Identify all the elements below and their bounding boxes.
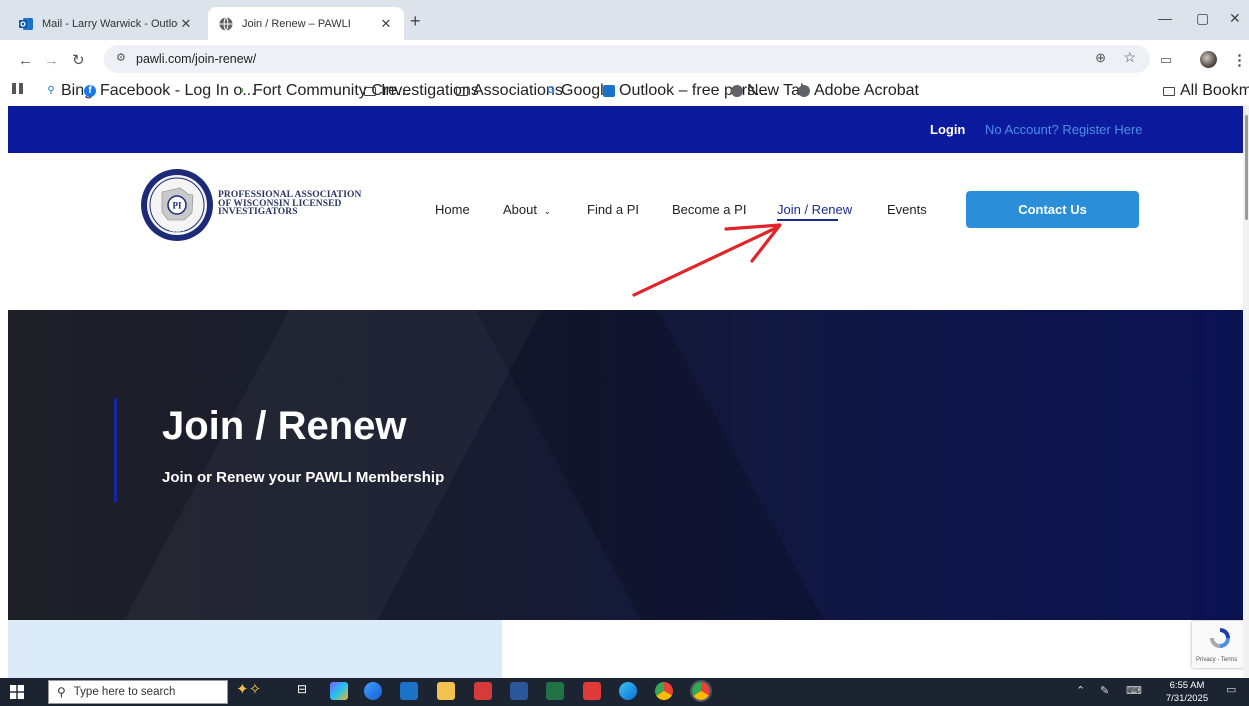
address-bar[interactable]: ⚙ pawli.com/join-renew/ ⊕ ☆: [104, 45, 1150, 73]
windows-start-icon[interactable]: [10, 685, 24, 699]
google-icon: G: [547, 85, 555, 96]
globe-icon: [798, 85, 810, 97]
tab-outlook-mail[interactable]: Mail - Larry Warwick - Outlook ✕: [8, 7, 204, 40]
folder-icon: [1163, 86, 1175, 96]
forward-arrow-icon[interactable]: →: [44, 52, 59, 69]
bookmark-star-icon[interactable]: ☆: [1123, 49, 1136, 66]
reload-icon[interactable]: ↻: [72, 51, 85, 69]
bookmark-adobe-acrobat[interactable]: Adobe Acrobat: [798, 82, 919, 100]
copilot-icon[interactable]: [330, 682, 348, 700]
nav-home[interactable]: Home: [435, 202, 470, 217]
tab-search-icon[interactable]: ▭: [1160, 52, 1172, 68]
svg-text:PI: PI: [173, 201, 182, 211]
taskbar-search[interactable]: ⚲ Type here to search: [48, 680, 228, 704]
plus-icon[interactable]: +: [410, 12, 421, 30]
tab-join-renew[interactable]: Join / Renew – PAWLI ✕: [208, 7, 404, 40]
register-link[interactable]: No Account? Register Here: [985, 122, 1143, 137]
word-icon[interactable]: [510, 682, 528, 700]
outlook-icon[interactable]: [400, 682, 418, 700]
outlook-icon: [603, 85, 615, 97]
recaptcha-icon: [1210, 628, 1230, 648]
tab-title: Join / Renew – PAWLI: [242, 17, 351, 30]
bookmark-facebook[interactable]: f Facebook - Log In o...: [84, 82, 256, 100]
menu-kebab-icon[interactable]: ⋮: [1232, 51, 1247, 69]
site-settings-icon[interactable]: ⚙: [116, 51, 126, 64]
edge-icon[interactable]: [619, 682, 637, 700]
app-icon[interactable]: [474, 682, 492, 700]
app-icon[interactable]: [364, 682, 382, 700]
file-explorer-icon[interactable]: [437, 682, 455, 700]
minimize-icon[interactable]: —: [1158, 10, 1172, 26]
scrollbar-thumb[interactable]: [1245, 115, 1248, 220]
chevron-up-icon[interactable]: ⌃: [1076, 684, 1085, 697]
clock-time[interactable]: 6:55 AM: [1164, 680, 1210, 691]
close-tab-icon[interactable]: ✕: [178, 16, 194, 32]
back-arrow-icon[interactable]: ←: [18, 52, 33, 69]
organization-name[interactable]: PROFESSIONAL ASSOCIATION OF WISCONSIN LI…: [218, 191, 361, 217]
acrobat-icon[interactable]: [583, 682, 601, 700]
copilot-sparkle-icon[interactable]: ✦✧: [236, 680, 270, 698]
globe-icon: [219, 16, 233, 31]
page-subtitle: Join or Renew your PAWLI Membership: [162, 469, 445, 486]
maximize-icon[interactable]: ▢: [1196, 10, 1209, 27]
folder-icon: [364, 86, 376, 96]
folder-icon: [456, 86, 468, 96]
chrome-icon[interactable]: [655, 682, 673, 700]
recaptcha-badge[interactable]: Privacy - Terms: [1192, 621, 1249, 668]
task-view-icon[interactable]: ⊟: [293, 682, 311, 700]
page-title: Join / Renew: [162, 404, 407, 448]
keyboard-icon[interactable]: ⌨: [1126, 684, 1142, 697]
close-window-icon[interactable]: ✕: [1229, 10, 1241, 27]
all-bookmarks[interactable]: All Bookmarks: [1163, 82, 1249, 100]
contact-us-button[interactable]: Contact Us: [966, 191, 1139, 228]
content-panel-left: [8, 620, 502, 678]
nav-about[interactable]: About ⌄: [503, 202, 551, 217]
hero-accent-bar: [114, 398, 117, 502]
pawli-seal-logo[interactable]: PI PAWLI: [140, 168, 214, 242]
chevron-down-icon: ⌄: [543, 206, 552, 216]
notification-icon[interactable]: ▭: [1226, 683, 1236, 696]
zoom-icon[interactable]: ⊕: [1095, 50, 1106, 66]
content-panel-right: [502, 620, 1249, 678]
login-link[interactable]: Login: [930, 122, 965, 137]
pen-icon[interactable]: ✎: [1100, 684, 1109, 697]
chrome-profile-icon[interactable]: [690, 680, 712, 702]
search-icon: ⚲: [57, 685, 66, 699]
facebook-icon: f: [84, 85, 96, 97]
bank-icon: ◐: [239, 85, 247, 96]
tab-title: Mail - Larry Warwick - Outlook: [42, 17, 178, 30]
search-icon: ⚲: [47, 85, 55, 96]
outlook-icon: [19, 17, 33, 30]
apps-grid-icon[interactable]: [12, 83, 23, 94]
red-annotation-arrow: [632, 223, 782, 297]
svg-text:PAWLI: PAWLI: [169, 230, 184, 236]
recaptcha-terms[interactable]: Privacy - Terms: [1196, 657, 1237, 663]
close-tab-icon[interactable]: ✕: [378, 16, 394, 32]
url-text: pawli.com/join-renew/: [136, 52, 257, 66]
hero-banner: [8, 310, 1249, 620]
globe-icon: [731, 85, 743, 97]
profile-avatar[interactable]: [1200, 51, 1217, 68]
excel-icon[interactable]: [546, 682, 564, 700]
nav-events[interactable]: Events: [887, 202, 927, 217]
clock-date[interactable]: 7/31/2025: [1164, 693, 1210, 704]
